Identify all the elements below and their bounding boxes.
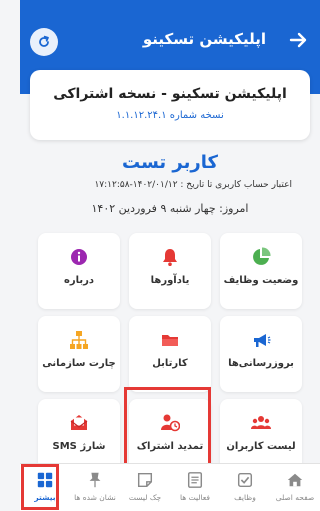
check-square-icon xyxy=(237,472,253,488)
account-validity: اعتبار حساب کاربری تا تاریخ : ۱۴۰۲/۰۱/۱۲… xyxy=(94,180,292,190)
version-title: اپلیکیشن تسکینو - نسخه اشتراکی xyxy=(53,86,287,102)
header-title: اپلیکیشن تسکینو xyxy=(142,30,266,48)
nav-label: وظایف xyxy=(234,493,256,502)
note-icon xyxy=(137,472,153,488)
tile-label: لیست کاربران xyxy=(226,441,296,452)
pie-chart-icon xyxy=(253,247,271,265)
tile-label: تمدید اشتراک xyxy=(136,441,204,452)
nav-tasks[interactable]: وظایف xyxy=(224,464,266,511)
tile-updates[interactable]: بروزرسانی‌ها xyxy=(220,316,302,392)
nav-label: چک لیست xyxy=(128,493,162,502)
nav-activities[interactable]: فعالیت ها xyxy=(174,464,216,511)
nav-checklist[interactable]: چک لیست xyxy=(124,464,166,511)
tile-task-status[interactable]: وضعیت وظایف xyxy=(220,233,302,309)
folder-icon xyxy=(162,335,178,346)
tile-cartable[interactable]: کارتابل xyxy=(129,316,211,392)
user-clock-icon xyxy=(161,414,180,432)
bottom-navigation: صفحه اصلی وظایف فعالیت ها چک لیست نشان ش… xyxy=(20,463,320,511)
bell-icon xyxy=(163,249,177,266)
nav-label: بیشتر xyxy=(34,493,56,502)
nav-label: صفحه اصلی xyxy=(275,493,315,502)
grid-icon xyxy=(37,472,53,488)
pin-icon xyxy=(89,472,101,488)
tile-label: وضعیت وظایف xyxy=(223,275,299,286)
megaphone-icon xyxy=(254,334,271,347)
home-icon xyxy=(287,473,303,487)
nav-label: نشان شده ها xyxy=(74,493,116,502)
info-icon xyxy=(71,249,87,265)
users-icon xyxy=(251,416,271,429)
tile-about[interactable]: درباره xyxy=(38,233,120,309)
org-chart-icon xyxy=(70,331,88,349)
tile-reminders[interactable]: یادآورها xyxy=(129,233,211,309)
list-icon xyxy=(187,472,203,488)
sms-envelope-icon xyxy=(70,415,88,430)
tile-label: یادآورها xyxy=(150,275,190,286)
nav-more[interactable]: بیشتر xyxy=(24,464,66,511)
refresh-icon xyxy=(39,35,49,47)
back-arrow-icon[interactable] xyxy=(286,28,310,52)
nav-label: فعالیت ها xyxy=(179,493,211,502)
tile-label: درباره xyxy=(63,275,95,286)
nav-bookmarked[interactable]: نشان شده ها xyxy=(74,464,116,511)
today-date: امروز: چهار شنبه ۹ فروردین ۱۴۰۲ xyxy=(91,202,249,215)
nav-home[interactable]: صفحه اصلی xyxy=(274,464,316,511)
tile-label: شارژ SMS xyxy=(52,441,106,452)
tile-label: بروزرسانی‌ها xyxy=(228,358,294,369)
user-name: کاربر تست xyxy=(122,152,218,173)
menu-grid: وضعیت وظایف یادآورها درباره بروزرسانی‌ها… xyxy=(20,233,320,476)
refresh-button[interactable] xyxy=(30,28,58,56)
version-card: اپلیکیشن تسکینو - نسخه اشتراکی نسخه شمار… xyxy=(30,70,310,140)
tile-label: کارتابل xyxy=(152,358,188,369)
tile-label: چارت سازمانی xyxy=(42,358,116,369)
version-number: نسخه شماره ۱.۱.۱۲.۲۴.۱ xyxy=(116,110,224,121)
tile-org-chart[interactable]: چارت سازمانی xyxy=(38,316,120,392)
